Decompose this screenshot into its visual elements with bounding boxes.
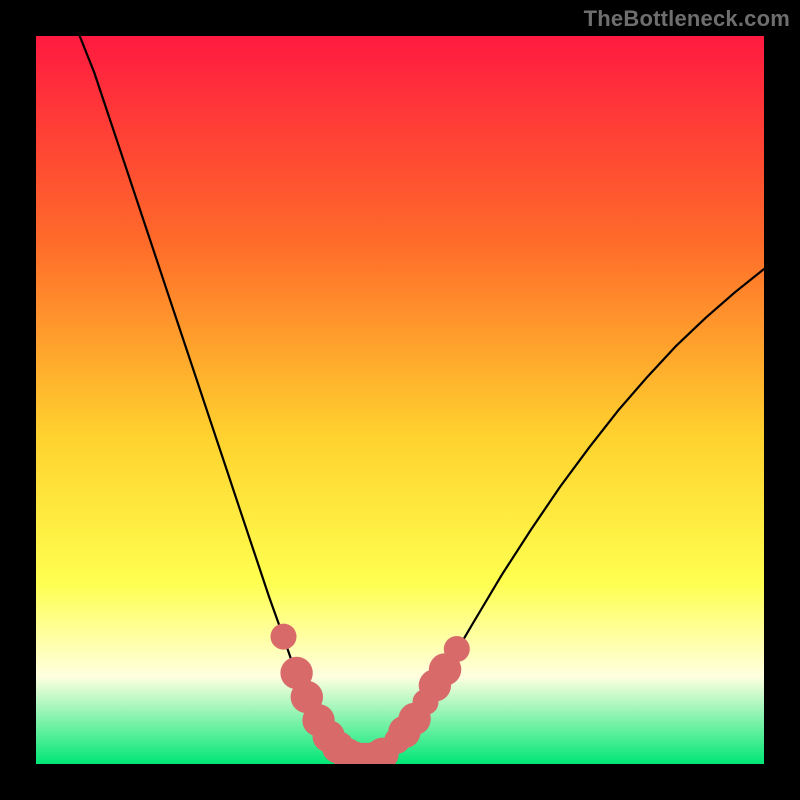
plot-area	[36, 36, 764, 764]
marker-point	[444, 636, 470, 662]
marker-point	[271, 624, 297, 650]
watermark-text: TheBottleneck.com	[584, 6, 790, 32]
bottleneck-curve	[80, 36, 764, 759]
chart-outer-frame: TheBottleneck.com	[0, 0, 800, 800]
highlighted-points	[271, 624, 470, 764]
curve-layer	[36, 36, 764, 764]
